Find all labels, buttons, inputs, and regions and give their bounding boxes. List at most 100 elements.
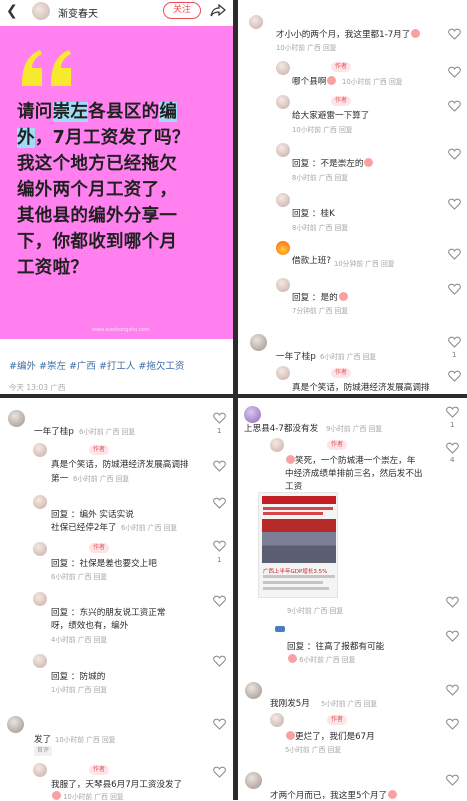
like-heart-icon[interactable] — [213, 540, 226, 552]
commenter-avatar[interactable] — [33, 654, 47, 668]
comment-text: 一年了桂p — [34, 427, 74, 437]
comment-text: 工资 — [285, 482, 303, 492]
like-count: 1 — [217, 556, 222, 564]
commenter-avatar[interactable] — [33, 443, 47, 457]
comment-meta[interactable]: 4小时前 广西 回复 — [51, 634, 107, 644]
post-cover-image[interactable]: 请问崇左各县区的编 外，7月工资发了吗？ 我这个地方已经拖欠 编外两个月工资了， 其他县… — [0, 26, 233, 339]
like-heart-icon[interactable] — [446, 774, 459, 786]
commenter-avatar[interactable] — [276, 241, 290, 255]
commenter-avatar[interactable] — [276, 143, 290, 157]
like-heart-icon[interactable] — [213, 412, 226, 424]
follow-button[interactable]: 关注 — [163, 2, 201, 19]
news-headline-line — [263, 512, 323, 515]
like-heart-icon[interactable] — [446, 718, 459, 730]
back-icon[interactable]: ❮ — [6, 3, 18, 19]
author-name[interactable]: 渐变春天 — [58, 5, 98, 20]
like-heart-icon[interactable] — [446, 684, 459, 696]
like-heart-icon[interactable] — [213, 718, 226, 730]
like-heart-icon[interactable] — [446, 442, 459, 454]
news-headline-line — [263, 507, 333, 510]
like-heart-icon[interactable] — [448, 248, 461, 260]
commenter-avatar[interactable] — [270, 438, 284, 452]
comment-meta[interactable]: 5小时前 广西 回复 — [321, 698, 377, 708]
comment-meta[interactable]: 8小时前 广西 回复 — [292, 172, 348, 182]
commenter-avatar[interactable] — [33, 592, 47, 606]
author-badge: 作者 — [89, 543, 110, 553]
emoji-icon — [364, 158, 374, 167]
commenter-avatar[interactable] — [33, 495, 47, 509]
like-count: 1 — [452, 351, 457, 359]
commenter-avatar[interactable] — [276, 278, 290, 292]
commenter-avatar[interactable] — [249, 15, 263, 29]
like-heart-icon[interactable] — [213, 766, 226, 778]
like-heart-icon[interactable] — [448, 66, 461, 78]
title-highlight-bianwai-2: 外 — [17, 128, 35, 148]
like-heart-icon[interactable] — [213, 497, 226, 509]
like-heart-icon[interactable] — [213, 460, 226, 472]
emoji-icon — [338, 292, 348, 301]
commenter-avatar[interactable] — [244, 406, 261, 423]
like-heart-icon[interactable] — [448, 336, 461, 348]
comment-meta[interactable]: 6小时前 广西 回复 — [51, 571, 107, 581]
commenter-avatar[interactable] — [270, 713, 284, 727]
post-time: 今天 13:03 广西 — [9, 383, 66, 392]
comment-meta[interactable]: 10小时前 广西 回复 — [292, 124, 353, 134]
share-icon[interactable] — [210, 2, 226, 18]
comment-meta[interactable]: 9小时前 广西 回复 — [287, 605, 343, 615]
comment-meta[interactable]: 6小时前 广西 回复 — [79, 426, 135, 436]
comment-meta[interactable]: 6小时前 广西 回复 — [287, 654, 355, 664]
like-heart-icon[interactable] — [213, 655, 226, 667]
post-title: 请问崇左各县区的编 外，7月工资发了吗？ 我这个地方已经拖欠 编外两个月工资了， 其他县… — [17, 99, 224, 281]
like-heart-icon[interactable] — [448, 28, 461, 40]
commenter-avatar[interactable] — [276, 366, 290, 380]
title-part: 请问 — [17, 102, 53, 122]
commenter-avatar[interactable] — [275, 626, 285, 632]
author-badge: 作者 — [331, 368, 352, 378]
comment-meta[interactable]: 9小时前 广西 回复 — [326, 423, 382, 433]
author-badge: 作者 — [327, 440, 348, 450]
comment-meta[interactable]: 8小时前 广西 回复 — [292, 222, 348, 232]
author-avatar[interactable] — [32, 2, 50, 20]
like-heart-icon[interactable] — [446, 596, 459, 608]
emoji-icon — [52, 791, 61, 800]
commenter-avatar[interactable] — [276, 193, 290, 207]
like-heart-icon[interactable] — [448, 283, 461, 295]
comment-meta[interactable]: 7分钟前 广西 回复 — [292, 305, 348, 315]
comment-meta[interactable]: 10分钟前 广西 回复 — [334, 258, 395, 268]
news-header-bar — [262, 496, 336, 504]
commenter-avatar[interactable] — [245, 682, 262, 699]
commenter-avatar[interactable] — [33, 542, 47, 556]
author-badge: 作者 — [331, 96, 352, 106]
comment-meta[interactable]: 6小时前 广西 回复 — [320, 351, 376, 361]
like-heart-icon[interactable] — [446, 406, 459, 418]
post-tags[interactable]: #编外 #崇左 #广西 #打工人 #拖欠工资 — [9, 358, 184, 372]
author-badge: 作者 — [89, 765, 110, 775]
commenter-avatar[interactable] — [250, 334, 267, 351]
like-heart-icon[interactable] — [446, 630, 459, 642]
like-heart-icon[interactable] — [448, 198, 461, 210]
commenter-avatar[interactable] — [7, 716, 24, 733]
comment-text: 哪个县啊 — [292, 75, 337, 87]
commenter-avatar[interactable] — [276, 95, 290, 109]
commenter-avatar[interactable] — [33, 763, 47, 777]
news-screenshot-image[interactable]: 广西上半年GDP增长3.5% — [258, 492, 338, 598]
like-heart-icon[interactable] — [448, 100, 461, 112]
commenter-avatar[interactable] — [276, 61, 290, 75]
commenter-avatar[interactable] — [8, 410, 25, 427]
comment-meta[interactable]: 10小时前 广西 回复 — [276, 42, 337, 52]
comment-text: 回复 ：防城的 — [51, 672, 106, 682]
comment-meta[interactable]: 1小时前 广西 回复 — [51, 684, 107, 694]
author-badge: 作者 — [331, 62, 352, 72]
comment-meta[interactable]: 6小时前 广西 回复 — [73, 473, 129, 483]
comment-text: 才两个月而已，我这里5个月了 — [270, 789, 398, 801]
comment-meta[interactable]: 5小时前 广西 回复 — [285, 744, 341, 754]
like-heart-icon[interactable] — [448, 370, 461, 382]
comment-meta[interactable]: 10小时前 广西 回复 — [342, 76, 403, 86]
like-heart-icon[interactable] — [213, 595, 226, 607]
commenter-avatar[interactable] — [245, 772, 262, 789]
comment-text: 更烂了，我们是67月 — [285, 730, 375, 742]
post-header: ❮ 渐变春天 关注 — [0, 0, 233, 22]
comment-meta[interactable]: 6小时前 广西 回复 — [121, 522, 177, 532]
comment-meta[interactable]: 10小时前 广西 回复 — [55, 734, 116, 744]
like-heart-icon[interactable] — [448, 148, 461, 160]
